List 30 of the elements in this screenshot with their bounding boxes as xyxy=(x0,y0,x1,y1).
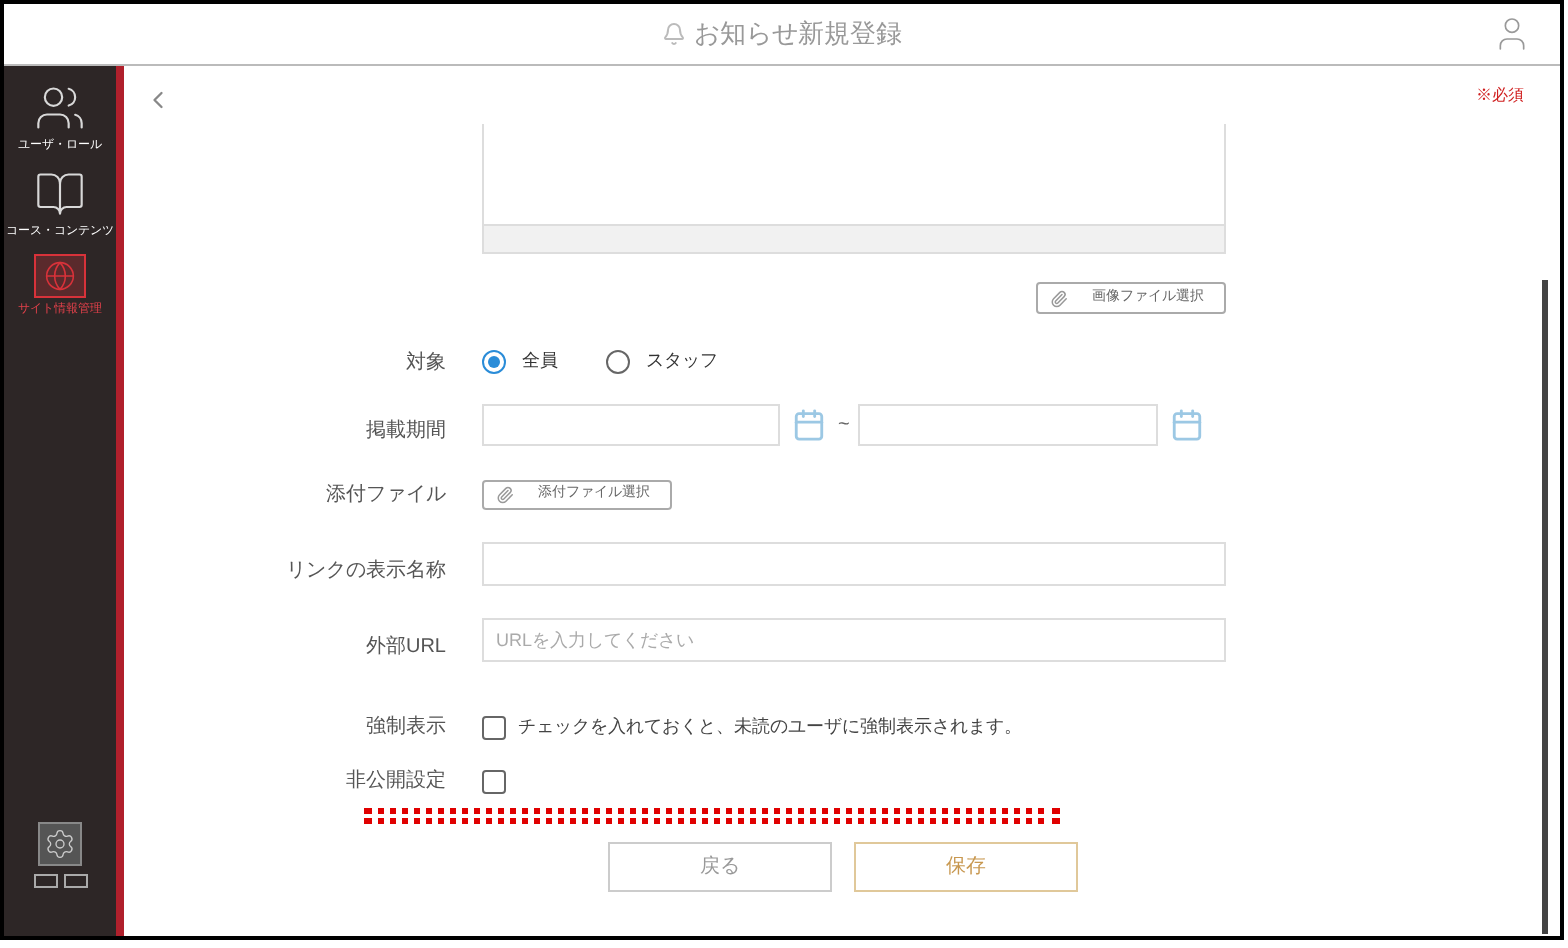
field-label: 掲載期間 xyxy=(366,417,446,446)
field-label: 強制表示 xyxy=(366,713,446,742)
field-label: 対象 xyxy=(406,349,446,378)
required-note: ※必須 xyxy=(1476,84,1524,108)
users-icon xyxy=(34,82,86,134)
bell-icon xyxy=(662,22,686,46)
radio-option[interactable]: 全員 xyxy=(482,348,558,376)
page-title: お知らせ新規登録 xyxy=(694,16,902,53)
field-label: 非公開設定 xyxy=(346,767,446,796)
paperclip-icon xyxy=(1050,289,1068,307)
url-field[interactable]: URLを入力してください xyxy=(482,618,1226,662)
prev-button[interactable] xyxy=(33,874,57,888)
globe-icon xyxy=(34,254,86,298)
start-date-field[interactable] xyxy=(482,404,780,446)
calendar-icon[interactable] xyxy=(792,408,826,442)
paperclip-icon xyxy=(496,486,514,504)
range-separator: ~ xyxy=(838,412,850,440)
calendar-icon[interactable] xyxy=(1169,408,1204,442)
book-icon xyxy=(34,168,86,220)
force-display-hint: チェックを入れておくと、未読のユーザに強制表示されます。 xyxy=(518,714,1022,741)
checkbox[interactable] xyxy=(482,770,506,794)
end-date-field[interactable] xyxy=(857,404,1158,446)
next-button[interactable] xyxy=(63,874,87,888)
checkbox[interactable] xyxy=(482,716,506,740)
link-name-field[interactable] xyxy=(482,542,1226,586)
field-label: 外部URL xyxy=(365,633,446,662)
settings-icon[interactable] xyxy=(38,822,82,866)
radio-option[interactable]: スタッフ xyxy=(606,348,718,376)
field-label: リンクの表示名称 xyxy=(286,557,446,586)
field-label: 添付ファイル xyxy=(326,482,446,510)
